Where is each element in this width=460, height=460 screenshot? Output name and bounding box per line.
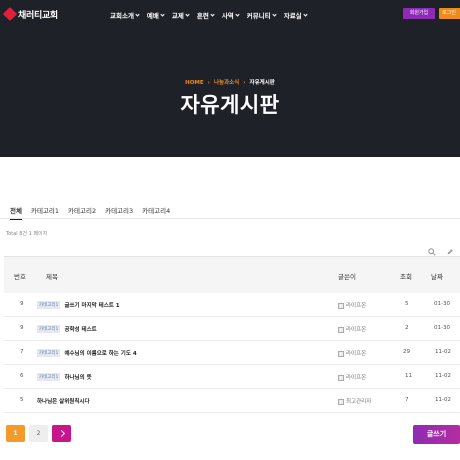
row-writer: 라이프온 xyxy=(338,325,366,333)
table-row[interactable]: 9 카테고리1 공학성 테스트 라이프온 2 01-30 xyxy=(4,317,460,341)
nav-item-worship[interactable]: 예배 xyxy=(147,10,165,20)
breadcrumb: HOME › 나눔과소식 › 자유게시판 xyxy=(0,78,460,86)
row-subject[interactable]: 하나님의 뜻 xyxy=(64,375,91,381)
table-row[interactable]: 5 하나님은 살위원칙시다 최고관리자 7 11-02 xyxy=(4,389,460,413)
row-views: 29 xyxy=(403,349,410,355)
breadcrumb-separator: › xyxy=(243,80,246,86)
table-header: 번호 제목 글쓴이 조회 날짜 xyxy=(4,256,460,293)
row-date: 11-02 xyxy=(435,373,451,379)
nav-item-fellowship[interactable]: 교제 xyxy=(172,10,190,20)
row-subject[interactable]: 예수님의 이름으로 하는 기도 4 xyxy=(64,351,136,357)
user-icon xyxy=(338,302,344,309)
header-views: 조회 xyxy=(400,273,412,281)
user-icon xyxy=(338,350,344,357)
row-subject[interactable]: 하나님은 살위원칙시다 xyxy=(37,399,90,405)
category-badge: 카테고리1 xyxy=(37,301,61,309)
write-button[interactable]: 글쓰기 xyxy=(413,425,460,444)
row-views: 5 xyxy=(405,301,409,307)
main-nav: 교회소개 예배 교제 훈련 사역 커뮤니티 자료실 xyxy=(110,10,308,20)
tabs-divider xyxy=(0,218,460,219)
page-header: 채러티교회 교회소개 예배 교제 훈련 사역 커뮤니티 자료실 회원가입 로그인… xyxy=(0,0,460,157)
page-title: 자유게시판 xyxy=(180,93,280,117)
row-writer: 최고관리자 xyxy=(338,397,371,405)
logo-mark-icon xyxy=(4,9,16,21)
pagination: 1 2 xyxy=(6,425,71,442)
chevron-down-icon xyxy=(185,11,190,17)
header-subject: 제목 xyxy=(46,273,58,281)
header-date: 날짜 xyxy=(431,273,443,281)
row-title[interactable]: 하나님은 살위원칙시다 xyxy=(37,397,90,405)
nav-item-about[interactable]: 교회소개 xyxy=(110,10,140,20)
row-num: 9 xyxy=(20,325,24,331)
join-button[interactable]: 회원가입 xyxy=(403,8,435,19)
user-icon xyxy=(338,374,344,381)
row-subject[interactable]: 공학성 테스트 xyxy=(64,327,96,333)
breadcrumb-section[interactable]: 나눔과소식 xyxy=(214,80,239,86)
row-date: 01-30 xyxy=(434,325,450,331)
nav-item-community[interactable]: 커뮤니티 xyxy=(247,10,277,20)
row-writer: 라이프온 xyxy=(338,301,366,309)
breadcrumb-current: 자유게시판 xyxy=(249,80,275,86)
table-row[interactable]: 7 카테고리1 예수님의 이름으로 하는 기도 4 라이프온 29 11-02 xyxy=(4,341,460,365)
row-date: 11-02 xyxy=(435,349,451,355)
nav-item-training[interactable]: 훈련 xyxy=(197,10,215,20)
table-row[interactable]: 6 카테고리1 하나님의 뜻 라이프온 11 11-02 xyxy=(4,365,460,389)
site-logo[interactable]: 채러티교회 xyxy=(4,8,58,21)
breadcrumb-separator: › xyxy=(207,80,210,86)
page-2-button[interactable]: 2 xyxy=(29,425,48,442)
row-title[interactable]: 카테고리1 예수님의 이름으로 하는 기도 4 xyxy=(37,349,137,357)
row-writer: 라이프온 xyxy=(338,373,366,381)
user-icon xyxy=(338,398,344,405)
row-subject[interactable]: 글쓰기 마지막 테스트 1 xyxy=(64,303,119,309)
table-row[interactable]: 9 카테고리1 글쓰기 마지막 테스트 1 라이프온 5 01-30 xyxy=(4,293,460,317)
row-title[interactable]: 카테고리1 글쓰기 마지막 테스트 1 xyxy=(37,301,120,309)
row-num: 9 xyxy=(20,301,24,307)
row-title[interactable]: 카테고리1 하나님의 뜻 xyxy=(37,373,92,381)
chevron-down-icon xyxy=(303,11,308,17)
login-button[interactable]: 로그인 xyxy=(439,8,460,19)
chevron-down-icon xyxy=(210,11,215,17)
row-views: 2 xyxy=(405,325,409,331)
nav-item-resources[interactable]: 자료실 xyxy=(284,10,308,20)
user-icon xyxy=(338,326,344,333)
row-date: 01-30 xyxy=(434,301,450,307)
header-writer: 글쓴이 xyxy=(338,273,356,281)
chevron-down-icon xyxy=(135,11,140,17)
row-views: 7 xyxy=(405,397,409,403)
row-writer: 라이프온 xyxy=(338,349,366,357)
row-num: 7 xyxy=(20,349,24,355)
row-num: 5 xyxy=(20,397,24,403)
row-views: 11 xyxy=(405,373,412,379)
category-badge: 카테고리1 xyxy=(37,325,61,333)
chevron-down-icon xyxy=(160,11,165,17)
page-1-button[interactable]: 1 xyxy=(6,425,25,442)
chevron-down-icon xyxy=(272,11,277,17)
category-badge: 카테고리1 xyxy=(37,373,61,381)
nav-item-ministry[interactable]: 사역 xyxy=(222,10,240,20)
chevron-down-icon xyxy=(235,11,240,17)
total-count: Total 8건 1 페이지 xyxy=(6,231,48,237)
logo-text: 채러티교회 xyxy=(18,11,58,21)
chevron-right-icon[interactable] xyxy=(52,425,71,442)
row-title[interactable]: 카테고리1 공학성 테스트 xyxy=(37,325,97,333)
row-date: 11-02 xyxy=(435,397,451,403)
breadcrumb-home[interactable]: HOME xyxy=(185,80,204,86)
category-badge: 카테고리1 xyxy=(37,349,61,357)
row-num: 6 xyxy=(20,373,24,379)
header-num: 번호 xyxy=(14,273,26,281)
